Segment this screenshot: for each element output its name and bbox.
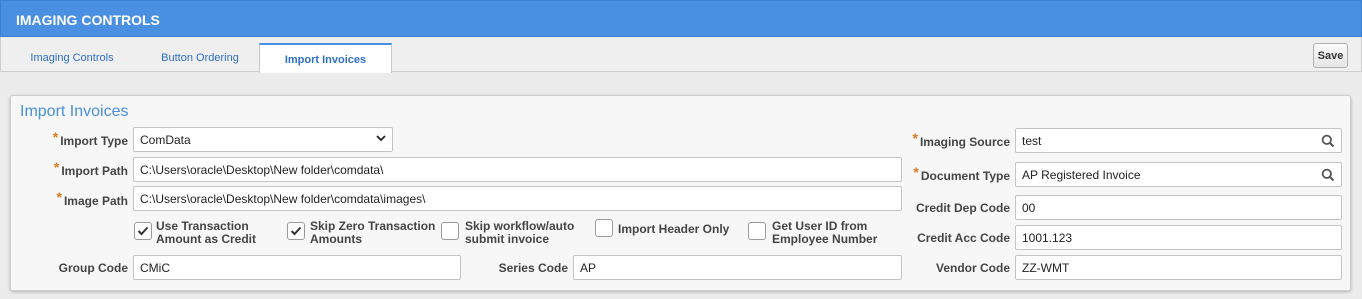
image-path-label: * Image Path xyxy=(56,189,128,208)
document-type-label: * Document Type xyxy=(913,164,1010,183)
group-code-input[interactable]: CMiC xyxy=(133,255,461,280)
group-code-label: Group Code xyxy=(58,261,128,275)
save-button[interactable]: Save xyxy=(1313,43,1348,68)
window-title: IMAGING CONTROLS xyxy=(0,0,1362,37)
credit-dep-code-input[interactable]: 00 xyxy=(1015,195,1342,220)
import-header-only-label: Import Header Only xyxy=(618,222,730,236)
image-path-input[interactable]: C:\Users\oracle\Desktop\New folder\comda… xyxy=(133,186,902,211)
required-marker: * xyxy=(53,159,60,175)
tab-bar: Imaging Controls Button Ordering Import … xyxy=(0,37,1362,73)
section-title: Import Invoices xyxy=(20,103,129,120)
series-code-label: Series Code xyxy=(498,261,568,275)
document-type-input[interactable]: AP Registered Invoice xyxy=(1015,162,1342,187)
tab-imaging-controls[interactable]: Imaging Controls xyxy=(17,43,127,72)
import-type-label: * Import Type xyxy=(52,129,128,148)
document-type-value: AP Registered Invoice xyxy=(1022,168,1141,182)
required-marker: * xyxy=(56,189,62,205)
credit-acc-code-input[interactable]: 1001.123 xyxy=(1015,225,1342,250)
chevron-down-icon xyxy=(376,135,386,142)
imaging-source-value: test xyxy=(1022,134,1042,148)
use-transaction-amount-label: Use Transaction Amount as Credit xyxy=(156,219,257,246)
import-type-select[interactable]: ComData xyxy=(133,127,393,152)
tab-button-ordering[interactable]: Button Ordering xyxy=(141,43,259,72)
required-marker: * xyxy=(52,129,59,145)
get-user-id-label: Get User ID from Employee Number xyxy=(772,219,878,246)
credit-dep-code-label: Credit Dep Code xyxy=(915,201,1010,215)
skip-workflow-label: Skip workflow/auto submit invoice xyxy=(465,219,575,246)
required-marker: * xyxy=(913,164,919,180)
skip-workflow-checkbox[interactable] xyxy=(441,222,459,240)
check-icon xyxy=(290,226,302,236)
imaging-source-label: * Imaging Source xyxy=(912,130,1010,149)
import-path-input[interactable]: C:\Users\oracle\Desktop\New folder\comda… xyxy=(133,157,902,182)
required-marker: * xyxy=(912,130,918,146)
search-icon[interactable] xyxy=(1321,134,1335,148)
search-icon[interactable] xyxy=(1321,168,1335,182)
check-icon xyxy=(137,226,149,236)
import-header-only-checkbox[interactable] xyxy=(595,219,613,237)
series-code-input[interactable]: AP xyxy=(573,255,902,280)
skip-zero-transaction-checkbox[interactable] xyxy=(287,222,305,240)
imaging-source-input[interactable]: test xyxy=(1015,128,1342,153)
vendor-code-input[interactable]: ZZ-WMT xyxy=(1015,255,1342,280)
skip-zero-transaction-label: Skip Zero Transaction Amounts xyxy=(310,219,436,246)
use-transaction-amount-checkbox[interactable] xyxy=(134,222,152,240)
tab-import-invoices[interactable]: Import Invoices xyxy=(259,43,392,73)
import-type-value: ComData xyxy=(140,133,191,147)
credit-acc-code-label: Credit Acc Code xyxy=(917,231,1010,245)
get-user-id-checkbox[interactable] xyxy=(748,222,766,240)
vendor-code-label: Vendor Code xyxy=(935,261,1010,275)
import-path-label: * Import Path xyxy=(53,159,128,178)
